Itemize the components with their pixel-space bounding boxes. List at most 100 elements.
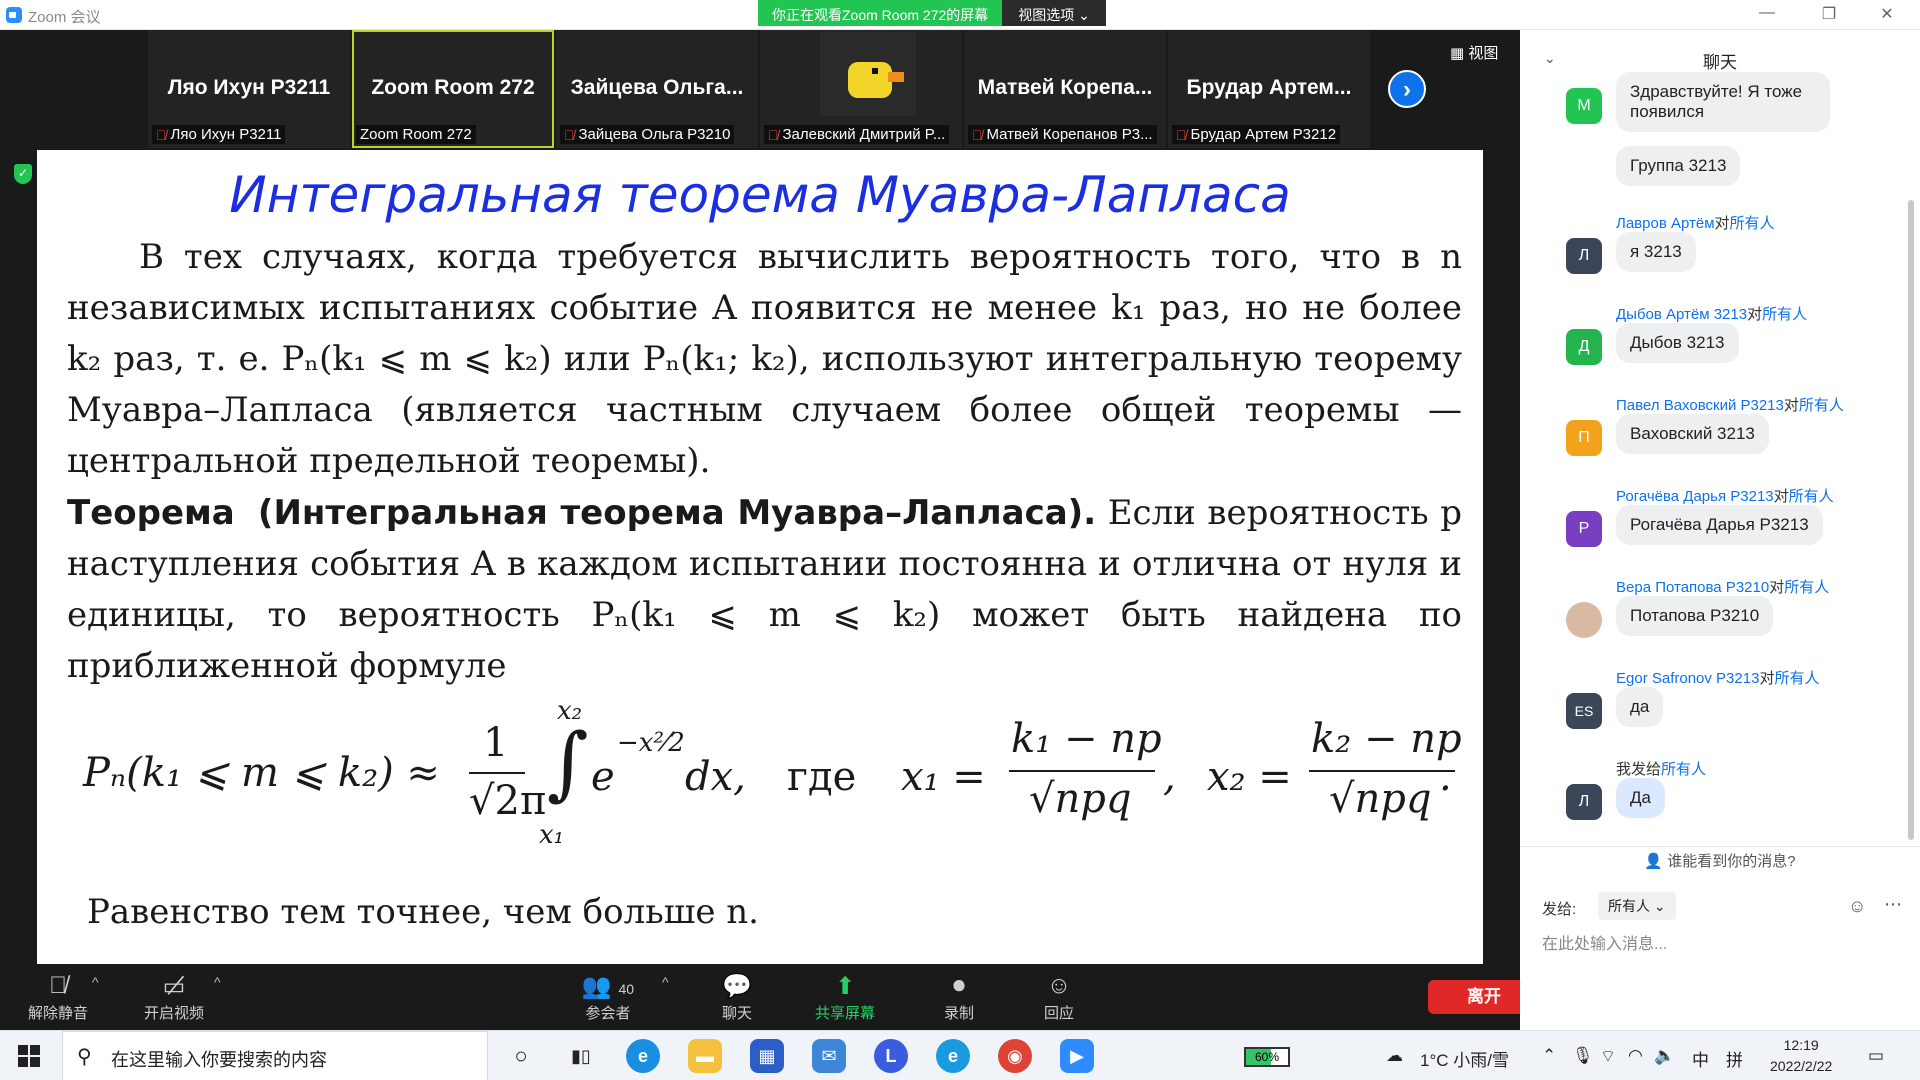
participant-tile[interactable]: Ляо Ихун P3211 🎙̸ Ляо Ихун P3211 xyxy=(148,30,350,148)
sender-name[interactable]: Павел Ваховский P3213 xyxy=(1616,397,1784,414)
notification-icon[interactable]: ▭ xyxy=(1868,1046,1884,1066)
video-options-caret-icon[interactable]: ^ xyxy=(214,974,221,990)
battery-indicator[interactable]: 60% xyxy=(1244,1047,1290,1067)
microphone-icon[interactable]: 🎙 xyxy=(1572,1046,1594,1066)
start-video-button[interactable]: ▭̸ 开启视频 xyxy=(138,972,210,1023)
file-explorer-icon[interactable]: ▬ xyxy=(688,1039,722,1073)
sender-name[interactable]: Egor Safronov P3213 xyxy=(1616,670,1759,687)
slide-final-line: Равенство тем точнее, чем больше n. xyxy=(87,892,759,932)
participant-big-name: Zoom Room 272 xyxy=(371,76,535,99)
participant-tile[interactable]: Зайцева Ольга... 🎙̸ Зайцева Ольга P3210 xyxy=(556,30,758,148)
formula-dx: dx, xyxy=(685,754,746,800)
mail-icon[interactable]: ✉ xyxy=(812,1039,846,1073)
chat-bubble: Группа 3213 xyxy=(1616,146,1741,186)
formula-exp-power: −x²⁄2 xyxy=(617,728,685,758)
share-screen-button[interactable]: ⬆ 共享屏幕 xyxy=(808,972,882,1023)
browser-e-icon[interactable]: e xyxy=(936,1039,970,1073)
fraction-bar xyxy=(1009,770,1155,772)
send-to-dropdown[interactable]: 所有人 ⌄ xyxy=(1598,892,1676,920)
weather-text[interactable]: 1°C 小雨/雪 xyxy=(1420,1046,1509,1071)
shared-screen: Интегральная теорема Муавра-Лапласа В те… xyxy=(37,150,1483,964)
chrome-icon[interactable]: ◉ xyxy=(998,1039,1032,1073)
sender-name[interactable]: Вера Потапова P3210 xyxy=(1616,579,1769,596)
edge-icon[interactable]: e xyxy=(626,1039,660,1073)
mic-muted-icon: 🎙̸ xyxy=(768,126,779,143)
close-icon[interactable]: ✕ xyxy=(1872,4,1902,24)
avatar: П xyxy=(1566,420,1602,456)
share-banner-text: 你正在观看Zoom Room 272的屏幕 xyxy=(758,0,1003,26)
reactions-button[interactable]: ☺ 回应 xyxy=(1034,972,1084,1023)
chat-sender: Павел Ваховский P3213对所有人 xyxy=(1616,394,1844,415)
participant-name: Брудар Артем P3212 xyxy=(1190,126,1337,143)
next-page-button[interactable]: › xyxy=(1388,70,1426,108)
windows-start-icon[interactable] xyxy=(18,1045,40,1067)
participant-name: Матвей Корепанов P3... xyxy=(986,126,1153,143)
participant-tile[interactable]: 🎙̸ Залевский Дмитрий P... xyxy=(760,30,962,148)
app-l-icon[interactable]: L xyxy=(874,1039,908,1073)
sender-name[interactable]: Дыбов Артём 3213 xyxy=(1616,306,1747,323)
restore-icon[interactable]: ❐ xyxy=(1814,4,1844,24)
minimize-icon[interactable]: — xyxy=(1752,4,1782,22)
chat-icon: 💬 xyxy=(722,973,752,1000)
participant-big-name: Ляо Ихун P3211 xyxy=(167,76,331,99)
participant-name-label: 🎙̸ Матвей Корепанов P3... xyxy=(968,125,1157,144)
chevron-up-icon[interactable]: ⌃ xyxy=(1542,1046,1556,1066)
privacy-link[interactable]: 👤 谁能看到你的消息? xyxy=(1520,850,1920,871)
audio-options-caret-icon[interactable]: ^ xyxy=(92,974,99,990)
zoom-logo-icon xyxy=(6,7,22,23)
audience-link[interactable]: 所有人 xyxy=(1661,761,1706,778)
share-screen-icon: ⬆ xyxy=(834,973,856,1000)
taskbar-search[interactable]: ⚲ 在这里输入你要搜索的内容 xyxy=(62,1031,488,1080)
slide-title: Интегральная теорема Муавра-Лапласа xyxy=(229,166,1291,224)
sender-to: 对 xyxy=(1714,215,1730,232)
formula-sqrt-2pi: √2π xyxy=(469,778,547,824)
audience-link[interactable]: 所有人 xyxy=(1784,579,1829,596)
view-button[interactable]: ▦ 视图 xyxy=(1450,42,1498,63)
unmute-button[interactable]: 🎙̸ 解除静音 xyxy=(24,972,92,1023)
windows-taskbar: ⚲ 在这里输入你要搜索的内容 ○ ▮▯ e ▬ ▦ ✉ L e ◉ ▶ 60% … xyxy=(0,1030,1920,1080)
participant-name: Залевский Дмитрий P... xyxy=(782,126,946,143)
clock[interactable]: 12:19 2022/2/22 xyxy=(1770,1035,1832,1077)
emoji-icon[interactable]: ☺ xyxy=(1848,896,1866,917)
sender-name[interactable]: Рогачёва Дарья P3213 xyxy=(1616,488,1774,505)
participants-caret-icon[interactable]: ^ xyxy=(662,974,669,990)
chat-sender: Вера Потапова P3210对所有人 xyxy=(1616,576,1829,597)
record-button[interactable]: ⏺ 录制 xyxy=(934,972,984,1023)
chat-scrollbar[interactable] xyxy=(1908,200,1914,840)
avatar: Р xyxy=(1566,511,1602,547)
audience-link[interactable]: 所有人 xyxy=(1774,670,1819,687)
formula-x1-denominator: √npq xyxy=(1029,776,1132,822)
audience-link[interactable]: 所有人 xyxy=(1762,306,1807,323)
task-view-icon[interactable]: ▮▯ xyxy=(564,1039,598,1073)
wifi-icon[interactable]: ◠ xyxy=(1628,1046,1643,1066)
participants-button[interactable]: 👥 40 参会者 xyxy=(578,972,638,1023)
network-icon[interactable]: ⌔ xyxy=(1600,1046,1616,1067)
more-icon[interactable]: ⋯ xyxy=(1884,894,1902,915)
zoom-taskbar-icon[interactable]: ▶ xyxy=(1060,1039,1094,1073)
volume-icon[interactable]: 🔈 xyxy=(1654,1046,1675,1066)
reactions-icon: ☺ xyxy=(1046,972,1072,999)
participant-name: Zoom Room 272 xyxy=(360,126,472,143)
participant-tile[interactable]: Матвей Корепа... 🎙̸ Матвей Корепанов P3..… xyxy=(964,30,1166,148)
chat-bubble: Рогачёва Дарья P3213 xyxy=(1616,505,1823,545)
audience-link[interactable]: 所有人 xyxy=(1789,488,1834,505)
cortana-icon[interactable]: ○ xyxy=(504,1039,538,1073)
store-icon[interactable]: ▦ xyxy=(750,1039,784,1073)
sender-name[interactable]: Лавров Артём xyxy=(1616,215,1715,232)
participant-gallery: Ляо Ихун P3211 🎙̸ Ляо Ихун P3211 Zoom Roo… xyxy=(148,30,1370,148)
fraction-bar xyxy=(1309,770,1455,772)
avatar: Л xyxy=(1566,784,1602,820)
view-options-button[interactable]: 视图选项 ⌄ xyxy=(1002,0,1106,26)
formula-x1: x₁ = xyxy=(901,754,986,800)
chat-input[interactable]: 在此处输入消息... xyxy=(1542,930,1667,954)
participant-tile-active[interactable]: Zoom Room 272 Zoom Room 272 xyxy=(352,30,554,148)
chat-bubble: Потапова P3210 xyxy=(1616,596,1774,636)
duck-avatar-image xyxy=(820,32,916,116)
audience-link[interactable]: 所有人 xyxy=(1799,397,1844,414)
security-shield-icon[interactable]: ✓ xyxy=(14,164,32,184)
ime-language[interactable]: 中 xyxy=(1692,1046,1709,1071)
audience-link[interactable]: 所有人 xyxy=(1730,215,1775,232)
chat-button[interactable]: 💬 聊天 xyxy=(712,972,762,1023)
participant-tile[interactable]: Брудар Артем... 🎙̸ Брудар Артем P3212 xyxy=(1168,30,1370,148)
ime-mode[interactable]: 拼 xyxy=(1726,1046,1743,1071)
